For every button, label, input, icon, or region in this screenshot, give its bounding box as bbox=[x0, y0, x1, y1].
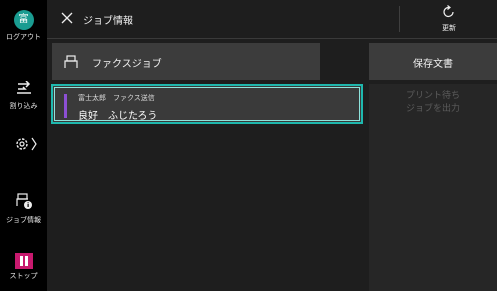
interrupt-label: 割り込み bbox=[9, 102, 38, 110]
job-status-bar bbox=[64, 94, 67, 118]
print-waiting-line2: ジョブを出力 bbox=[405, 104, 460, 114]
stop-button[interactable]: ストップ bbox=[0, 253, 47, 281]
tab-saved-documents[interactable]: 保存文書 bbox=[369, 43, 497, 80]
print-waiting-line1: プリント待ち bbox=[405, 91, 460, 101]
header: ジョブ情報 更新 bbox=[47, 0, 497, 39]
printer-info-icon bbox=[15, 193, 32, 209]
interrupt-icon bbox=[16, 80, 31, 94]
tab-saved-documents-label: 保存文書 bbox=[413, 59, 453, 70]
logout-button[interactable]: 富 ログアウト bbox=[0, 10, 47, 42]
interrupt-button[interactable]: 割り込み bbox=[0, 80, 47, 111]
job-sender: 富士太郎 ファクス送信 bbox=[78, 94, 155, 102]
gear-icon bbox=[15, 137, 37, 151]
tab-fax-jobs-label: ファクスジョブ bbox=[92, 59, 162, 70]
settings-button[interactable] bbox=[0, 136, 47, 156]
header-divider bbox=[399, 6, 400, 32]
print-waiting-jobs-button[interactable]: プリント待ち ジョブを出力 bbox=[369, 90, 497, 116]
refresh-icon bbox=[443, 5, 454, 18]
close-icon[interactable] bbox=[57, 8, 77, 28]
refresh-label: 更新 bbox=[442, 24, 456, 32]
main-panel: ジョブ情報 更新 ファクスジョブ 保存文書 富士太郎 ファクス送信 良好 ふじた… bbox=[47, 0, 497, 291]
job-list-item[interactable]: 富士太郎 ファクス送信 良好 ふじたろう bbox=[51, 84, 363, 124]
stop-label: ストップ bbox=[9, 272, 38, 280]
job-info-label: ジョブ情報 bbox=[6, 216, 41, 224]
tab-fax-jobs[interactable]: ファクスジョブ bbox=[52, 43, 320, 80]
logout-label: ログアウト bbox=[6, 33, 41, 41]
avatar: 富 bbox=[13, 10, 34, 30]
stop-icon bbox=[14, 253, 33, 269]
action-panel: プリント待ち ジョブを出力 bbox=[369, 84, 497, 291]
sidebar: 富 ログアウト 割り込み ジョブ情報 ストップ bbox=[0, 0, 47, 291]
refresh-button[interactable]: 更新 bbox=[429, 4, 469, 33]
printer-icon bbox=[64, 55, 78, 68]
job-status-recipient: 良好 ふじたろう bbox=[78, 111, 158, 122]
job-info-button[interactable]: ジョブ情報 bbox=[0, 193, 47, 225]
page-title: ジョブ情報 bbox=[83, 16, 133, 27]
